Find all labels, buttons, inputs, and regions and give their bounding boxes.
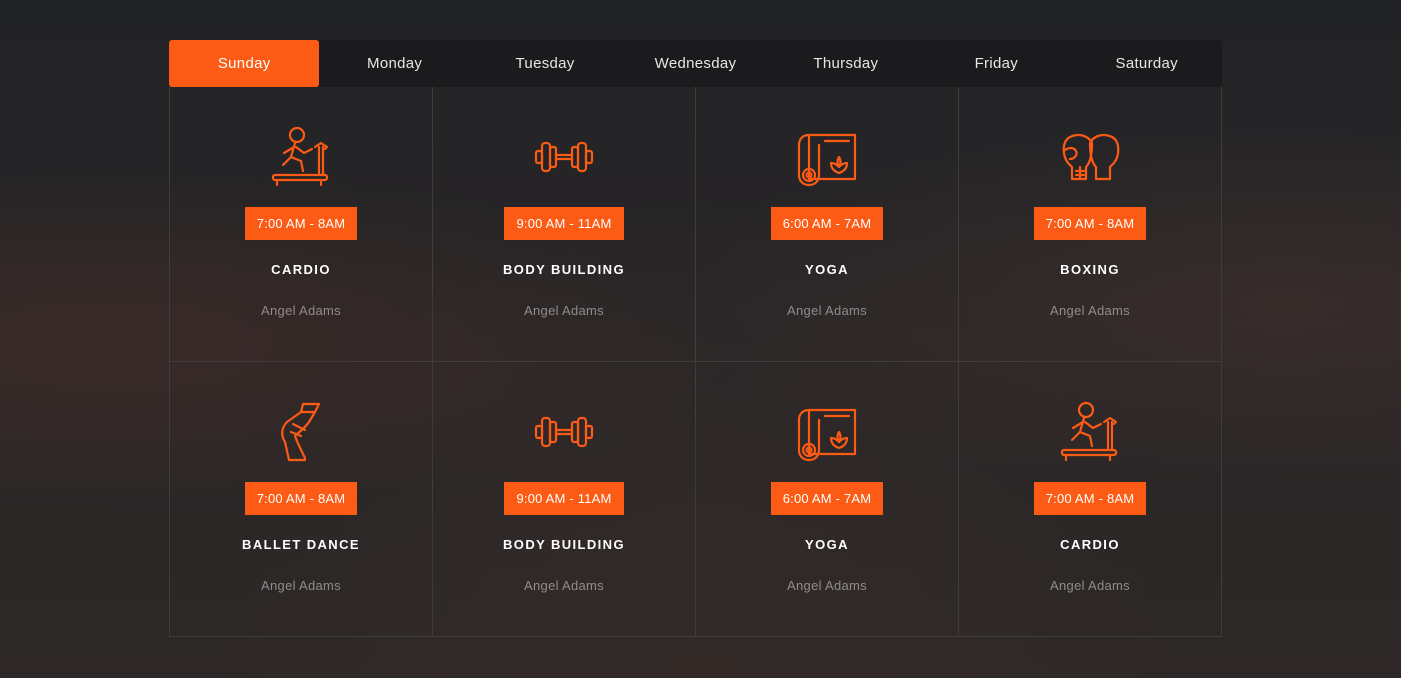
- class-card: 7:00 AM - 8AM CARDIO Angel Adams: [959, 362, 1222, 637]
- class-title: YOGA: [805, 262, 849, 277]
- treadmill-icon: [269, 125, 333, 189]
- class-card: 9:00 AM - 11AM BODY BUILDING Angel Adams: [433, 362, 696, 637]
- trainer-name: Angel Adams: [261, 303, 341, 318]
- class-title: CARDIO: [271, 262, 331, 277]
- yoga-mat-icon: [795, 400, 859, 464]
- class-time: 7:00 AM - 8AM: [244, 207, 358, 240]
- class-card: 7:00 AM - 8AM CARDIO Angel Adams: [170, 87, 433, 362]
- class-time: 7:00 AM - 8AM: [1033, 207, 1147, 240]
- dumbbell-icon: [532, 125, 596, 189]
- class-card: 6:00 AM - 7AM YOGA Angel Adams: [696, 362, 959, 637]
- yoga-mat-icon: [795, 125, 859, 189]
- boxing-gloves-icon: [1058, 125, 1122, 189]
- tab-sunday[interactable]: Sunday: [169, 40, 320, 87]
- class-title: YOGA: [805, 537, 849, 552]
- class-title: BALLET DANCE: [242, 537, 360, 552]
- day-tabs: Sunday Monday Tuesday Wednesday Thursday…: [169, 40, 1222, 87]
- trainer-name: Angel Adams: [787, 578, 867, 593]
- trainer-name: Angel Adams: [787, 303, 867, 318]
- class-grid: 7:00 AM - 8AM CARDIO Angel Adams 9:00 AM…: [169, 87, 1222, 637]
- tab-saturday[interactable]: Saturday: [1072, 40, 1222, 87]
- class-title: CARDIO: [1060, 537, 1120, 552]
- class-card: 7:00 AM - 8AM BALLET DANCE Angel Adams: [170, 362, 433, 637]
- tab-wednesday[interactable]: Wednesday: [620, 40, 770, 87]
- trainer-name: Angel Adams: [524, 578, 604, 593]
- dumbbell-icon: [532, 400, 596, 464]
- class-card: 6:00 AM - 7AM YOGA Angel Adams: [696, 87, 959, 362]
- tab-monday[interactable]: Monday: [319, 40, 469, 87]
- class-time: 6:00 AM - 7AM: [770, 482, 884, 515]
- class-card: 9:00 AM - 11AM BODY BUILDING Angel Adams: [433, 87, 696, 362]
- trainer-name: Angel Adams: [1050, 303, 1130, 318]
- class-time: 7:00 AM - 8AM: [1033, 482, 1147, 515]
- class-time: 7:00 AM - 8AM: [244, 482, 358, 515]
- tab-thursday[interactable]: Thursday: [771, 40, 921, 87]
- class-title: BODY BUILDING: [503, 537, 625, 552]
- class-card: 7:00 AM - 8AM BOXING Angel Adams: [959, 87, 1222, 362]
- class-time: 9:00 AM - 11AM: [504, 207, 624, 240]
- tab-friday[interactable]: Friday: [921, 40, 1071, 87]
- tab-tuesday[interactable]: Tuesday: [470, 40, 620, 87]
- trainer-name: Angel Adams: [1050, 578, 1130, 593]
- trainer-name: Angel Adams: [261, 578, 341, 593]
- class-time: 6:00 AM - 7AM: [770, 207, 884, 240]
- class-schedule: Sunday Monday Tuesday Wednesday Thursday…: [169, 40, 1222, 637]
- ballet-shoe-icon: [269, 400, 333, 464]
- class-time: 9:00 AM - 11AM: [504, 482, 624, 515]
- class-title: BODY BUILDING: [503, 262, 625, 277]
- trainer-name: Angel Adams: [524, 303, 604, 318]
- treadmill-icon: [1058, 400, 1122, 464]
- class-title: BOXING: [1060, 262, 1120, 277]
